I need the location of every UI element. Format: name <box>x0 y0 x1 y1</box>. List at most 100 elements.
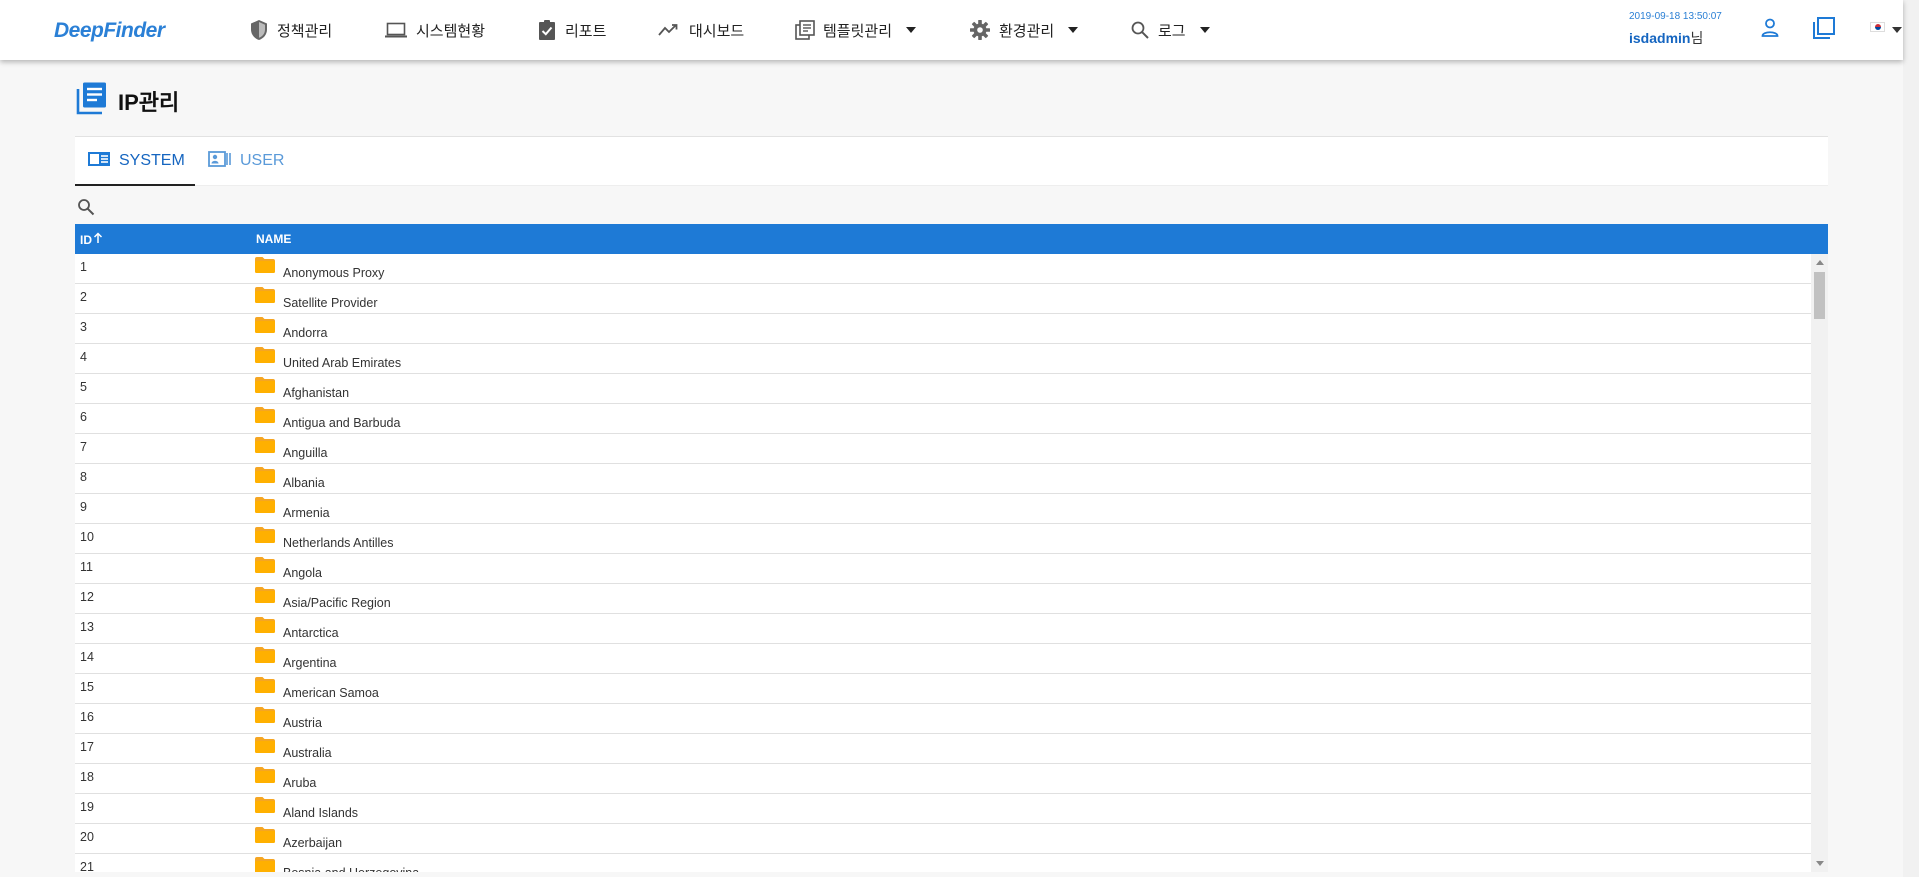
cell-name-label: Afghanistan <box>283 386 350 400</box>
table-row[interactable]: 3 Andorra <box>75 314 1811 344</box>
table-row[interactable]: 1 Anonymous Proxy <box>75 254 1811 284</box>
table-body: 1 Anonymous Proxy 2 Satellite Provider 3 Ando… <box>75 254 1811 872</box>
nav-report[interactable]: 리포트 <box>537 17 606 43</box>
contact-card-icon <box>208 150 232 172</box>
table-row[interactable]: 18 Aruba <box>75 764 1811 794</box>
cell-name-label: United Arab Emirates <box>283 356 402 370</box>
table-row[interactable]: 12 Asia/Pacific Region <box>75 584 1811 614</box>
scroll-down-icon[interactable] <box>1816 861 1824 866</box>
table-row[interactable]: 19 Aland Islands <box>75 794 1811 824</box>
active-tab-indicator <box>75 184 195 186</box>
cell-id: 15 <box>80 680 94 694</box>
logo-text: DeepFinder <box>54 19 165 42</box>
scroll-thumb[interactable] <box>1814 272 1825 319</box>
chevron-down-icon <box>906 27 917 33</box>
cell-id: 16 <box>80 710 94 724</box>
nav-dashboard[interactable]: 대시보드 <box>657 17 744 43</box>
cell-id: 12 <box>80 590 94 604</box>
table-scrollbar[interactable] <box>1811 254 1828 872</box>
cell-name: Afghanistan <box>255 377 349 400</box>
table-row[interactable]: 10 Netherlands Antilles <box>75 524 1811 554</box>
page-scrollbar[interactable] <box>1903 0 1919 877</box>
nav-template-management-label: 템플릿관리 <box>823 22 893 40</box>
korea-flag-icon[interactable] <box>1870 22 1885 32</box>
window-toggle-icon[interactable] <box>1812 16 1836 45</box>
cell-name: Aruba <box>255 767 316 790</box>
top-navbar: DeepFinder 정책관리 시스템현황 리포트 대시보드 템플릿관리 환경관… <box>0 0 1903 60</box>
table-row[interactable]: 8 Albania <box>75 464 1811 494</box>
cell-name-label: Aland Islands <box>283 806 359 820</box>
trending-icon <box>657 21 681 39</box>
cell-id: 1 <box>80 260 87 274</box>
cell-name: Anguilla <box>255 437 327 460</box>
username[interactable]: isdadmin님 <box>1629 28 1703 48</box>
cell-name-label: Satellite Provider <box>283 296 378 310</box>
table-row[interactable]: 16 Austria <box>75 704 1811 734</box>
folder-icon <box>255 647 275 666</box>
document-list-icon <box>76 81 108 121</box>
tab-system[interactable]: SYSTEM <box>87 137 185 185</box>
tab-user[interactable]: USER <box>208 137 284 185</box>
cell-name-label: Antigua and Barbuda <box>283 416 401 430</box>
table-row[interactable]: 15 American Samoa <box>75 674 1811 704</box>
cell-name: Antigua and Barbuda <box>255 407 400 430</box>
cell-name: Asia/Pacific Region <box>255 587 391 610</box>
cell-name-label: Andorra <box>283 326 328 340</box>
cell-name-label: Aruba <box>283 776 317 790</box>
nav-log[interactable]: 로그 <box>1130 17 1210 43</box>
cell-id: 10 <box>80 530 94 544</box>
folder-icon <box>255 257 275 276</box>
table-row[interactable]: 17 Australia <box>75 734 1811 764</box>
nav-policy-label: 정책관리 <box>277 22 333 40</box>
table-row[interactable]: 6 Antigua and Barbuda <box>75 404 1811 434</box>
cell-id: 21 <box>80 860 94 872</box>
table-row[interactable]: 2 Satellite Provider <box>75 284 1811 314</box>
table-row[interactable]: 5 Afghanistan <box>75 374 1811 404</box>
table-row[interactable]: 21 Bosnia and Herzegovina <box>75 854 1811 872</box>
folder-icon <box>255 737 275 756</box>
username-suffix: 님 <box>1690 30 1704 46</box>
table-row[interactable]: 14 Argentina <box>75 644 1811 674</box>
table-row[interactable]: 7 Anguilla <box>75 434 1811 464</box>
page-title: IP관리 <box>76 81 180 121</box>
tab-bar: SYSTEM USER <box>75 137 1828 186</box>
nav-policy[interactable]: 정책관리 <box>249 17 332 43</box>
page-title-text: IP관리 <box>118 90 180 115</box>
table-row[interactable]: 4 United Arab Emirates <box>75 344 1811 374</box>
cell-id: 13 <box>80 620 94 634</box>
table-row[interactable]: 11 Angola <box>75 554 1811 584</box>
logo[interactable]: DeepFinder <box>54 16 165 46</box>
laptop-icon <box>384 21 408 39</box>
shield-icon <box>249 19 269 41</box>
folder-icon <box>255 497 275 516</box>
folder-icon <box>255 557 275 576</box>
cell-name: Angola <box>255 557 322 580</box>
nav-environment-management[interactable]: 환경관리 <box>969 17 1079 43</box>
search-icon <box>1130 20 1150 40</box>
cell-id: 4 <box>80 350 87 364</box>
user-profile-icon[interactable] <box>1760 17 1780 44</box>
table-row[interactable]: 13 Antarctica <box>75 614 1811 644</box>
cell-name: United Arab Emirates <box>255 347 401 370</box>
chevron-down-icon[interactable] <box>1892 27 1902 33</box>
cell-id: 11 <box>80 560 93 574</box>
column-header-id[interactable]: ID <box>80 232 103 247</box>
folder-icon <box>255 437 275 456</box>
cell-name: Satellite Provider <box>255 287 378 310</box>
table-row[interactable]: 9 Armenia <box>75 494 1811 524</box>
cell-name-label: Argentina <box>283 656 337 670</box>
cell-name-label: Australia <box>283 746 332 760</box>
folder-icon <box>255 677 275 696</box>
nav-template-management[interactable]: 템플릿관리 <box>795 17 917 43</box>
nav-system-status[interactable]: 시스템현황 <box>384 17 485 43</box>
cell-id: 6 <box>80 410 87 424</box>
scroll-up-icon[interactable] <box>1816 260 1824 265</box>
cell-id: 8 <box>80 470 87 484</box>
table-row[interactable]: 20 Azerbaijan <box>75 824 1811 854</box>
cell-name: Andorra <box>255 317 327 340</box>
column-header-name[interactable]: NAME <box>256 232 291 246</box>
cell-name: Antarctica <box>255 617 339 640</box>
folder-icon <box>255 407 275 426</box>
search-icon[interactable] <box>77 198 95 221</box>
clipboard-check-icon <box>537 19 557 41</box>
